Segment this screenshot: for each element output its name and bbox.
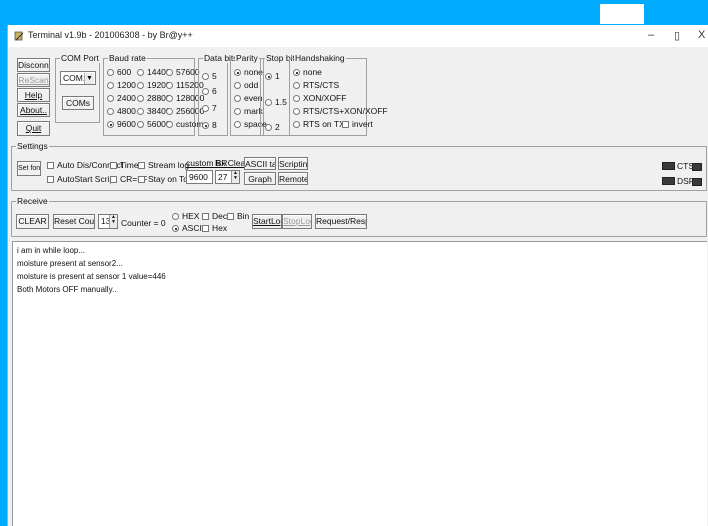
terminal-app-icon (14, 31, 24, 41)
handshaking-rts-on-tx[interactable]: RTS on TX (293, 119, 345, 129)
cts-indicator: CTS (662, 161, 694, 171)
receive-line: i am in while loop... (17, 246, 86, 255)
request-response-button[interactable]: Request/Response (315, 214, 367, 229)
parity-odd[interactable]: odd (234, 80, 258, 90)
counter-spinner[interactable]: 13 ▲ ▼ (98, 214, 118, 229)
maximize-button[interactable]: ▯ (674, 29, 680, 42)
cts-led-icon (662, 162, 675, 170)
handshaking-rts-cts-xon-xoff[interactable]: RTS/CTS+XON/XOFF (293, 106, 388, 116)
startlog-button[interactable]: StartLog (252, 214, 282, 229)
rescan-button[interactable]: ReScan (17, 73, 50, 87)
handshaking-rts-cts[interactable]: RTS/CTS (293, 80, 339, 90)
hex-radio[interactable]: HEX (172, 211, 199, 221)
handshaking-group: Handshaking none RTS/CTS XON/XOFF RTS/CT… (289, 53, 388, 136)
hex-checkbox[interactable]: Hex (202, 223, 227, 233)
receive-line: moisture present at sensor2... (17, 259, 123, 268)
data-bits-8[interactable]: 8 (202, 120, 217, 130)
invert-checkbox[interactable]: invert (342, 119, 373, 129)
com-port-select[interactable]: COM1 ▼ (60, 71, 96, 85)
minimize-button[interactable]: – (648, 29, 654, 41)
window-title: Terminal v1.9b - 201006308 - by Br@y++ (28, 30, 193, 40)
disconnect-button[interactable]: Disconnect (17, 58, 50, 72)
remote-button[interactable]: Remote (278, 172, 308, 185)
spin-arrows-icon[interactable]: ▲ ▼ (231, 171, 239, 183)
receive-line: Both Motors OFF manually.. (17, 285, 117, 294)
reset-counter-button[interactable]: Reset Counter (53, 214, 95, 229)
title-bar: Terminal v1.9b - 201006308 - by Br@y++ –… (8, 25, 708, 47)
data-bits-6[interactable]: 6 (202, 86, 217, 96)
dec-checkbox[interactable]: Dec (202, 211, 227, 221)
stay-on-top-checkbox[interactable]: Stay on Top (138, 174, 193, 184)
data-bits-5[interactable]: 5 (202, 71, 217, 81)
com-port-group: COM Port COM1 ▼ COMs (55, 53, 100, 123)
receive-line: moisture is present at sensor 1 value=44… (17, 272, 166, 281)
coms-button[interactable]: COMs (62, 96, 94, 110)
graph-button[interactable]: Graph (244, 172, 276, 185)
com-port-caption: COM Port (60, 53, 100, 63)
parity-mark[interactable]: mark (234, 106, 263, 116)
clear-button[interactable]: CLEAR (16, 214, 49, 229)
autostart-script-checkbox[interactable]: AutoStart Script (47, 174, 117, 184)
handshaking-caption: Handshaking (294, 53, 346, 63)
stream-log-checkbox[interactable]: Stream log (138, 160, 189, 170)
baud-57600[interactable]: 57600 (166, 67, 200, 77)
baud-rate-group: Baud rate 600 1200 2400 4800 9600 14400 … (103, 53, 204, 136)
led-icon (692, 178, 702, 186)
data-bits-7[interactable]: 7 (202, 103, 217, 113)
ascii-table-button[interactable]: ASCII table (244, 157, 276, 170)
baud-600[interactable]: 600 (107, 67, 131, 77)
spin-arrows-icon[interactable]: ▲ ▼ (109, 215, 117, 228)
time-checkbox[interactable]: Time (110, 160, 139, 170)
ascii-radio[interactable]: ASCII (172, 223, 204, 233)
chevron-down-icon[interactable]: ▼ (84, 73, 94, 84)
about-button[interactable]: About.. (17, 103, 50, 117)
settings-group: Settings Set font Auto Dis/Connect AutoS… (11, 141, 707, 191)
dsr-indicator: DSR (662, 176, 695, 186)
settings-caption: Settings (16, 141, 49, 151)
baud-2400[interactable]: 2400 (107, 93, 136, 103)
handshaking-xon-xoff[interactable]: XON/XOFF (293, 93, 346, 103)
stop-bits-1-5[interactable]: 1.5 (265, 97, 287, 107)
stop-bits-1[interactable]: 1 (265, 71, 280, 81)
close-button[interactable]: X (698, 29, 705, 41)
scripting-button[interactable]: Scripting (278, 157, 308, 170)
dsr-led-icon (662, 177, 675, 185)
receive-output-pane[interactable]: i am in while loop... moisture present at… (12, 241, 707, 526)
rx-clear-value: 27 (218, 172, 228, 182)
rx-clear-spinner[interactable]: 27 ▲ ▼ (215, 170, 240, 184)
quit-button[interactable]: Quit (17, 121, 50, 136)
receive-group: Receive CLEAR Reset Counter 13 ▲▼ Counte… (11, 196, 707, 237)
counter-label: Counter = 0 (121, 218, 166, 228)
receive-lines: i am in while loop... moisture present at… (13, 242, 707, 296)
custom-br-input[interactable]: 9600 (186, 170, 213, 184)
help-button[interactable]: Help (17, 88, 50, 102)
parity-caption: Parity (235, 53, 259, 63)
stop-bits-2[interactable]: 2 (265, 122, 280, 132)
parity-none[interactable]: none (234, 67, 263, 77)
baud-9600[interactable]: 9600 (107, 119, 136, 129)
baud-4800[interactable]: 4800 (107, 106, 136, 116)
stop-bits-group: Stop bits 1 1.5 2 (260, 53, 301, 136)
baud-rate-caption: Baud rate (108, 53, 147, 63)
receive-caption: Receive (16, 196, 49, 206)
parity-even[interactable]: even (234, 93, 262, 103)
set-font-button[interactable]: Set font (17, 161, 41, 176)
baud-1200[interactable]: 1200 (107, 80, 136, 90)
terminal-window: Terminal v1.9b - 201006308 - by Br@y++ –… (7, 25, 708, 526)
browser-tab-blank (600, 4, 644, 24)
led-icon (692, 163, 702, 171)
parity-group: Parity none odd even mark space (230, 53, 267, 136)
handshaking-none[interactable]: none (293, 67, 322, 77)
data-bits-group: Data bits 5 6 7 8 (198, 53, 239, 136)
stoplog-button[interactable]: StopLog (282, 214, 312, 229)
bin-checkbox[interactable]: Bin (227, 211, 249, 221)
